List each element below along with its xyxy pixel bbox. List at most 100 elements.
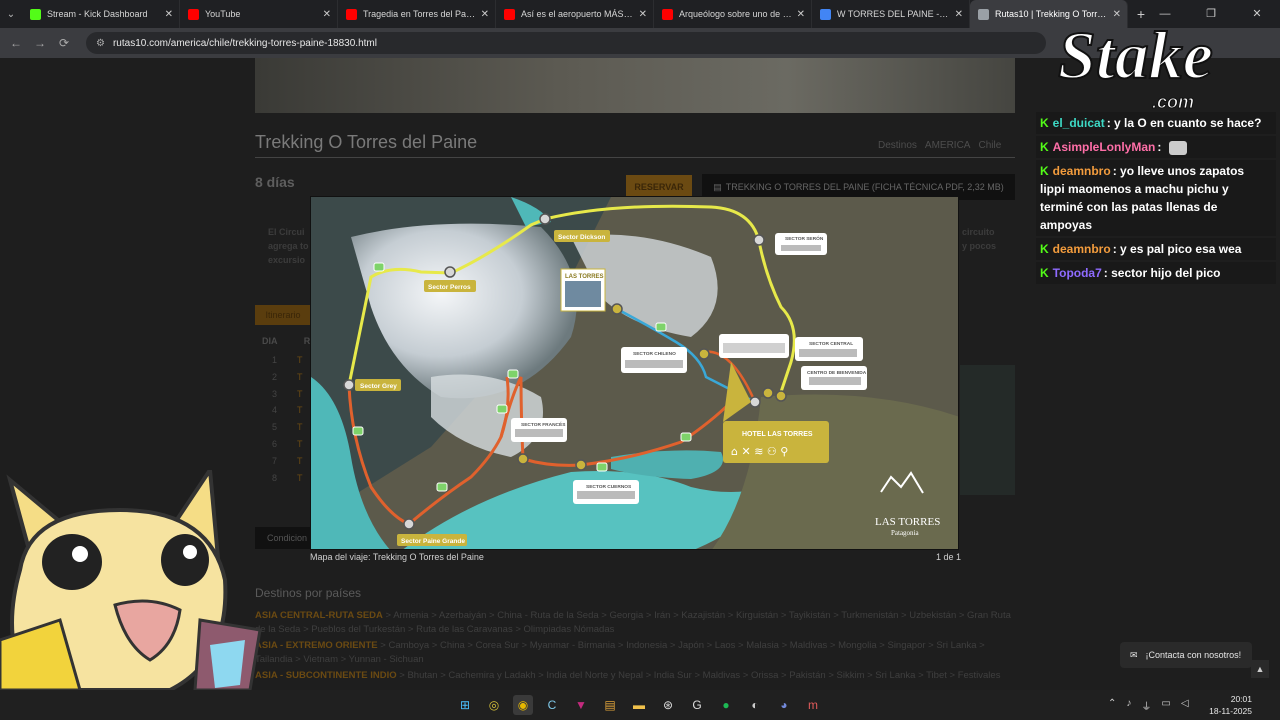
streamer-avatar (0, 470, 262, 690)
network-icon[interactable]: ▭ (1161, 698, 1170, 713)
waypoint-perros[interactable] (444, 266, 456, 278)
camera-icon[interactable] (596, 462, 608, 472)
browser-tab[interactable]: YouTube ✕ (180, 0, 338, 28)
scroll-top-button[interactable]: ▲ (1251, 660, 1269, 678)
lightbox-counter: 1 de 1 (936, 552, 962, 562)
chat-colon: : (1106, 116, 1115, 130)
itinerary-row[interactable]: 7T (272, 453, 303, 470)
country-links[interactable]: > Bhutan > Cachemira y Ladakh > India de… (399, 670, 1000, 681)
tabs-container: Stream - Kick Dashboard ✕ YouTube ✕ Tragedia… (22, 0, 1128, 28)
region-link[interactable]: ASIA - SUBCONTINENTE INDIO (255, 670, 397, 681)
tab-search-icon[interactable]: ⌄ (0, 0, 22, 28)
region-link[interactable]: ASIA CENTRAL-RUTA SEDA (255, 610, 383, 621)
waypoint-dickson[interactable] (539, 213, 551, 225)
waypoint-torres[interactable] (611, 303, 623, 315)
chat-username[interactable]: AsimpleLonlyMan (1053, 140, 1156, 154)
speaker-icon[interactable]: ♪ (1126, 698, 1131, 713)
breadcrumb-item[interactable]: AMERICA (925, 140, 971, 151)
chat-username[interactable]: deamnbro (1053, 164, 1111, 178)
itinerary-row[interactable]: 6T (272, 436, 303, 453)
itinerary-row[interactable]: 3T (272, 386, 303, 403)
tab-title: W TORRES DEL PAINE - Buscar (837, 9, 951, 19)
chat-username[interactable]: deamnbro (1053, 242, 1111, 256)
chat-colon: : (1157, 140, 1165, 154)
clock-time: 20:01 (1230, 694, 1252, 704)
waypoint-chileno[interactable] (698, 348, 710, 360)
vegas-icon[interactable]: ▼ (571, 695, 591, 715)
camera-icon[interactable] (352, 426, 364, 436)
itinerary-row[interactable]: 8T (272, 470, 303, 487)
services-icons (577, 491, 635, 499)
browser-tab[interactable]: Así es el aeropuerto MÁS MOD ✕ (496, 0, 654, 28)
tab-itinerary[interactable]: Itinerario (255, 305, 311, 325)
chat-username[interactable]: el_duicat (1053, 116, 1105, 130)
tab-close-icon[interactable]: ✕ (955, 9, 963, 20)
itinerary-title: T (297, 422, 303, 433)
browser-tab[interactable]: W TORRES DEL PAINE - Buscar ✕ (812, 0, 970, 28)
waypoint-seron[interactable] (753, 234, 765, 246)
document-icon[interactable]: ▤ (600, 695, 620, 715)
browser-tab[interactable]: Arqueólogo sobre uno de los m ✕ (654, 0, 812, 28)
camera-icon[interactable] (507, 369, 519, 379)
waypoint-central[interactable] (762, 387, 774, 399)
windows-start-icon[interactable]: ⊞ (455, 695, 475, 715)
app-g-icon[interactable]: G (687, 695, 707, 715)
waypoint-cuernos[interactable] (575, 459, 587, 471)
app-m-icon[interactable]: m (803, 695, 823, 715)
tab-favicon-icon (346, 8, 357, 20)
contact-button[interactable]: ✉ ¡Contacta con nosotros! (1120, 642, 1252, 668)
folder-icon[interactable]: ▬ (629, 695, 649, 715)
tab-close-icon[interactable]: ✕ (481, 9, 489, 20)
camera-icon[interactable] (373, 262, 385, 272)
url-field[interactable]: ⚙ rutas10.com/america/chile/trekking-tor… (86, 32, 1046, 54)
chat-username[interactable]: Topoda7 (1053, 266, 1102, 280)
itinerary-row[interactable]: 1T (272, 352, 303, 369)
waypoint-paine-grande[interactable] (403, 518, 415, 530)
waypoint-hotel[interactable] (749, 396, 761, 408)
mic-icon[interactable]: ⏚ (1141, 698, 1151, 713)
obs-icon[interactable]: ⊛ (658, 695, 678, 715)
camera-icon[interactable] (655, 322, 667, 332)
back-icon[interactable]: ← (4, 36, 28, 50)
camera-icon[interactable] (496, 404, 508, 414)
site-info-icon[interactable]: ⚙ (96, 38, 105, 49)
waypoint-frances[interactable] (517, 453, 529, 465)
taskbar-clock[interactable]: 20:01 18-11-2025 (1208, 693, 1252, 717)
browser-tab[interactable]: Tragedia en Torres del Paine: Ra ✕ (338, 0, 496, 28)
tab-title: Así es el aeropuerto MÁS MOD (521, 9, 635, 19)
tab-close-icon[interactable]: ✕ (639, 9, 647, 20)
itinerary-row[interactable]: 2T (272, 369, 303, 386)
search-app-icon[interactable]: ◎ (484, 695, 504, 715)
trek-map: Sector Dickson Sector Perros Sector Grey… (311, 197, 958, 549)
chat-text: y es pal pico esa wea (1120, 242, 1242, 256)
camera-icon[interactable] (680, 432, 692, 442)
steam-icon[interactable]: ◐ (745, 695, 765, 715)
tray-chevron-icon[interactable]: ⌃ (1108, 698, 1116, 713)
cat-eye-left (42, 534, 102, 590)
waypoint-bienvenida[interactable] (775, 390, 787, 402)
tab-favicon-icon (820, 8, 831, 20)
forward-icon[interactable]: → (28, 36, 52, 50)
itinerary-day: 6 (272, 438, 278, 449)
browser-tab[interactable]: Stream - Kick Dashboard ✕ (22, 0, 180, 28)
lightbox-image[interactable]: Sector Dickson Sector Perros Sector Grey… (310, 196, 959, 550)
camera-icon[interactable] (436, 482, 448, 492)
itinerary-row[interactable]: 4T (272, 402, 303, 419)
discord-icon[interactable]: ◕ (774, 695, 794, 715)
edge-icon[interactable]: C (542, 695, 562, 715)
itinerary-day: 8 (272, 472, 278, 483)
itinerary-row[interactable]: 5T (272, 419, 303, 436)
region-link[interactable]: ASIA - EXTREMO ORIENTE (255, 640, 378, 651)
breadcrumb-item[interactable]: Destinos (878, 140, 917, 151)
waypoint-grey[interactable] (343, 379, 355, 391)
chrome-icon[interactable]: ◉ (513, 695, 533, 715)
spotify-icon[interactable]: ● (716, 695, 736, 715)
tab-close-icon[interactable]: ✕ (797, 9, 805, 20)
reload-icon[interactable]: ⟳ (52, 36, 76, 50)
tab-close-icon[interactable]: ✕ (323, 9, 331, 20)
chat-message: K Topoda7: sector hijo del pico (1036, 262, 1276, 284)
volume-icon[interactable]: ◁ (1181, 698, 1189, 713)
mail-icon: ✉ (1130, 649, 1138, 660)
breadcrumb-item[interactable]: Chile (978, 140, 1001, 151)
tab-close-icon[interactable]: ✕ (165, 9, 173, 20)
